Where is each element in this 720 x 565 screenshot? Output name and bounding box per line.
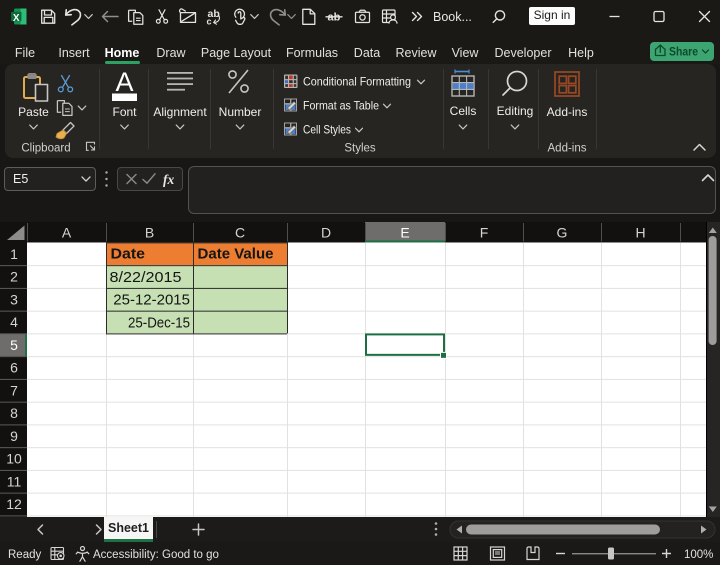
svg-text:Ready: Ready (8, 549, 41, 561)
svg-text:6: 6 (10, 360, 18, 376)
svg-text:Home: Home (105, 46, 140, 60)
svg-text:fx: fx (163, 172, 174, 187)
svg-text:7: 7 (10, 382, 18, 398)
svg-text:Format as Table: Format as Table (303, 99, 379, 113)
svg-text:2: 2 (10, 269, 18, 285)
svg-text:4: 4 (10, 314, 18, 330)
svg-text:Help: Help (568, 46, 594, 60)
svg-text:X: X (13, 13, 20, 24)
svg-text:5: 5 (10, 337, 18, 353)
svg-text:Add-ins: Add-ins (548, 143, 587, 155)
svg-text:B: B (145, 225, 154, 241)
svg-text:Cell Styles: Cell Styles (303, 123, 351, 137)
svg-text:Page Layout: Page Layout (201, 46, 272, 60)
svg-text:12: 12 (6, 496, 22, 512)
svg-text:10: 10 (6, 451, 22, 467)
svg-text:Share: Share (669, 45, 698, 59)
svg-text:H: H (635, 225, 645, 241)
svg-text:Date: Date (111, 247, 146, 263)
svg-text:Insert: Insert (58, 46, 90, 60)
svg-text:Styles: Styles (344, 143, 376, 155)
svg-text:View: View (452, 46, 480, 60)
svg-text:D: D (321, 225, 331, 241)
svg-text:File: File (15, 46, 35, 60)
svg-text:Font: Font (112, 105, 137, 119)
svg-text:Data: Data (354, 46, 380, 60)
svg-text:Number: Number (219, 105, 262, 119)
svg-text:E: E (400, 225, 409, 241)
svg-text:Alignment: Alignment (153, 105, 207, 119)
svg-text:Cells: Cells (450, 104, 477, 118)
svg-text:Clipboard: Clipboard (21, 143, 70, 155)
svg-text:Book...: Book... (433, 10, 472, 24)
svg-text:1: 1 (10, 246, 18, 262)
svg-text:A: A (115, 67, 133, 97)
svg-text:Date Value: Date Value (198, 247, 274, 263)
svg-text:Accessibility: Good to go: Accessibility: Good to go (93, 549, 219, 561)
svg-text:Paste: Paste (18, 105, 49, 119)
svg-text:Developer: Developer (495, 46, 552, 60)
svg-text:11: 11 (7, 473, 22, 489)
svg-text:ab: ab (328, 12, 341, 24)
svg-text:9: 9 (10, 428, 18, 444)
svg-text:G: G (557, 225, 568, 241)
svg-text:Add-ins: Add-ins (547, 105, 588, 119)
svg-text:25-12-2015: 25-12-2015 (113, 292, 190, 309)
svg-text:A: A (62, 225, 72, 241)
svg-text:Formulas: Formulas (286, 46, 338, 60)
svg-text:8: 8 (10, 405, 18, 421)
svg-text:8/22/2015: 8/22/2015 (110, 269, 182, 286)
svg-text:C: C (235, 225, 245, 241)
svg-text:Editing: Editing (497, 104, 534, 118)
svg-text:3: 3 (10, 291, 18, 307)
svg-text:F: F (480, 225, 489, 241)
svg-text:Conditional Formatting: Conditional Formatting (303, 75, 411, 89)
svg-text:Review: Review (396, 46, 438, 60)
svg-text:100%: 100% (684, 549, 713, 561)
svg-text:25-Dec-15: 25-Dec-15 (128, 314, 190, 331)
svg-text:c: c (207, 17, 212, 27)
svg-text:Draw: Draw (156, 46, 186, 60)
